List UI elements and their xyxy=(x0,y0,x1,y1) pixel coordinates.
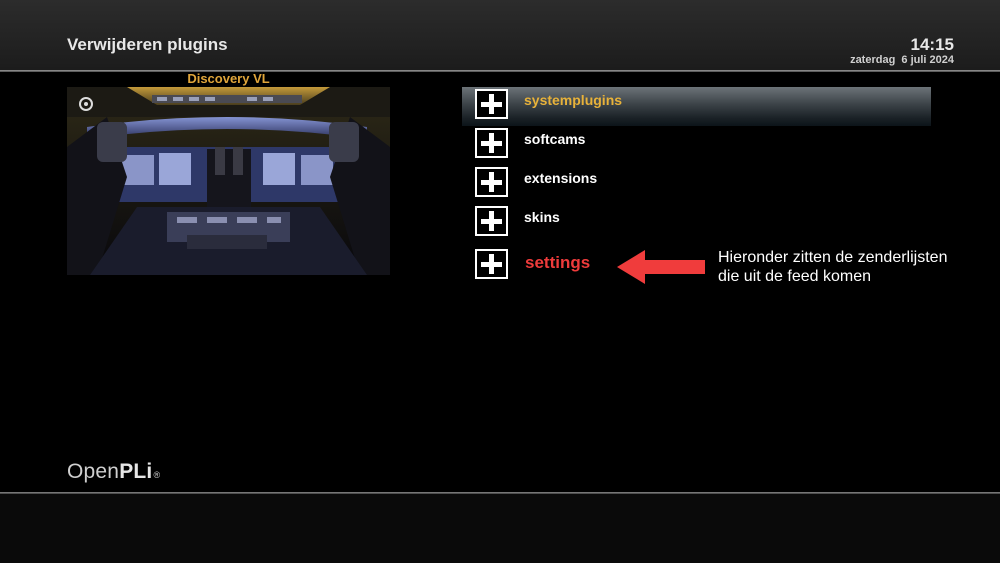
page-title: Verwijderen plugins xyxy=(67,35,228,54)
logo-registered-mark: ® xyxy=(153,470,161,480)
menu-item-extensions[interactable]: extensions xyxy=(462,165,931,204)
menu-item-label: settings xyxy=(525,253,591,272)
expand-plus-icon xyxy=(475,249,508,279)
logo-pli: PLi xyxy=(119,460,153,483)
annotation-line-1: Hieronder zitten de zenderlijsten xyxy=(718,249,948,266)
menu-item-label: extensions xyxy=(524,170,598,186)
cockpit-image xyxy=(67,87,390,275)
logo-open: Open xyxy=(67,460,120,483)
menu-item-label: systemplugins xyxy=(524,92,623,108)
expand-plus-icon xyxy=(475,89,508,119)
annotation-line-2: die uit de feed komen xyxy=(718,268,871,285)
menu-item-label: skins xyxy=(524,209,560,225)
menu-item-label: softcams xyxy=(524,131,586,147)
menu-item-skins[interactable]: skins xyxy=(462,204,931,243)
annotation-text: Hieronder zitten de zenderlijsten die ui… xyxy=(718,248,998,286)
expand-plus-icon xyxy=(475,167,508,197)
date: zaterdag 6 juli 2024 xyxy=(850,54,954,66)
clock: 14:15 xyxy=(910,35,954,54)
footer-bar xyxy=(0,494,1000,563)
menu-item-systemplugins[interactable]: systemplugins xyxy=(462,87,931,126)
channel-name: Discovery VL xyxy=(187,71,270,86)
video-preview xyxy=(67,87,390,275)
menu-item-softcams[interactable]: softcams xyxy=(462,126,931,165)
openpli-logo: OpenPLi® xyxy=(67,460,160,484)
expand-plus-icon xyxy=(475,128,508,158)
arrow-left-icon xyxy=(617,250,705,284)
expand-plus-icon xyxy=(475,206,508,236)
